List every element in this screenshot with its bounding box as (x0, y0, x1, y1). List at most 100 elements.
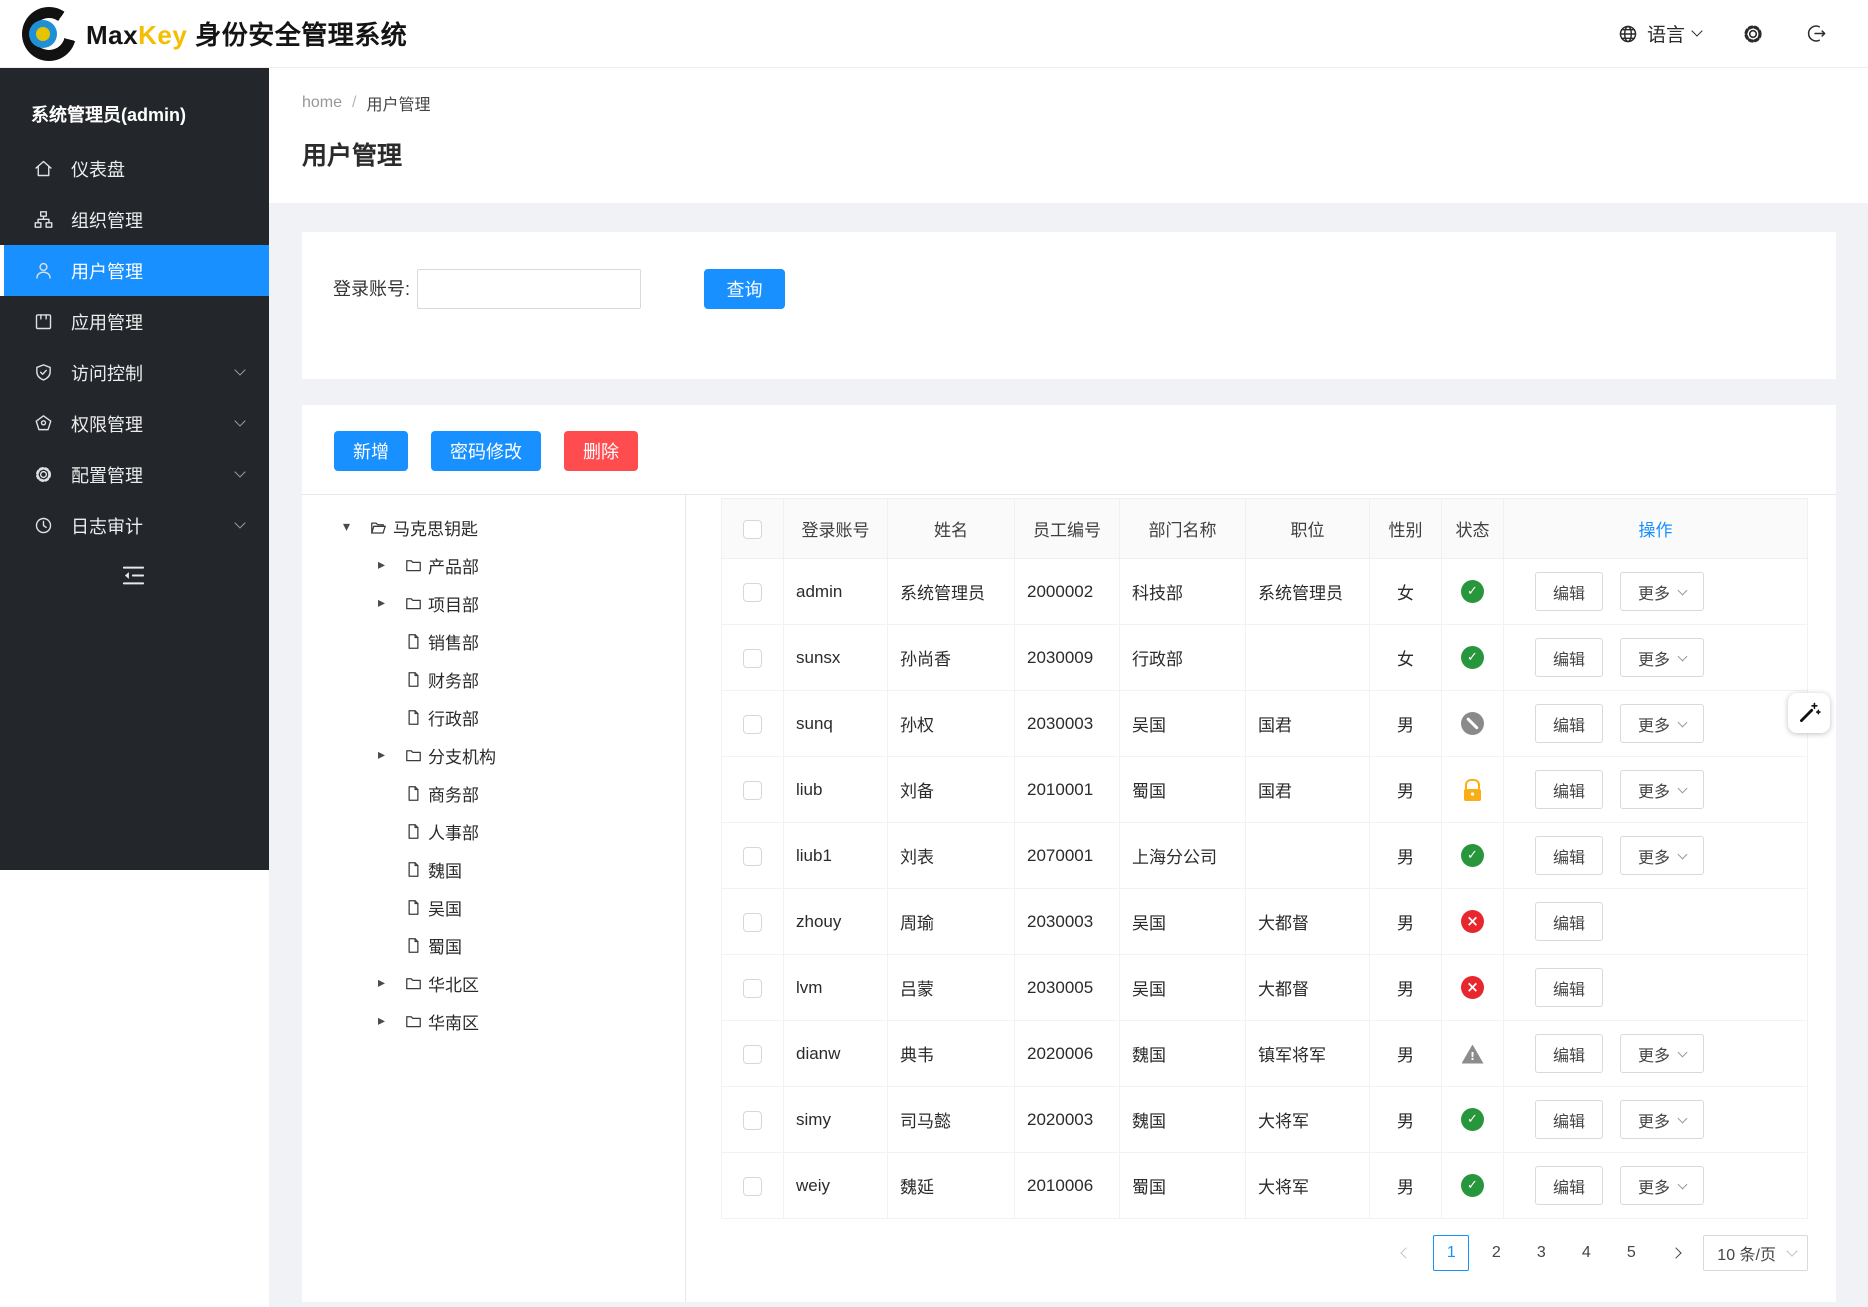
more-button[interactable]: 更多 (1620, 638, 1704, 677)
sidebar-item-configuration[interactable]: 配置管理 (0, 449, 269, 500)
caret-right-icon[interactable]: ▸ (378, 595, 404, 611)
tree-node[interactable]: 人事部 (302, 812, 685, 850)
tree-node[interactable]: ▸ 产品部 (302, 546, 685, 584)
edit-button[interactable]: 编辑 (1535, 572, 1603, 611)
sidebar-item-dashboard[interactable]: 仪表盘 (0, 143, 269, 194)
row-checkbox[interactable] (743, 847, 762, 866)
pagination-page-1[interactable]: 1 (1433, 1235, 1469, 1271)
page-head: home / 用户管理 用户管理 (269, 68, 1868, 203)
status-active-icon (1461, 844, 1484, 867)
row-checkbox[interactable] (743, 913, 762, 932)
sidebar-item-audit-logs[interactable]: 日志审计 (0, 500, 269, 551)
caret-down-icon[interactable]: ▾ (343, 519, 369, 535)
sidebar-item-label: 仪表盘 (71, 156, 125, 182)
row-checkbox[interactable] (743, 715, 762, 734)
cell-position: 系统管理员 (1246, 559, 1370, 625)
edit-button[interactable]: 编辑 (1535, 1034, 1603, 1073)
pagination: 1 2 3 4 5 10 条/页 (721, 1235, 1808, 1271)
folder-icon (404, 594, 423, 613)
more-button[interactable]: 更多 (1620, 1034, 1704, 1073)
pagination-prev-icon[interactable] (1388, 1235, 1424, 1271)
more-button[interactable]: 更多 (1620, 704, 1704, 743)
cell-name: 孙权 (888, 691, 1015, 757)
cell-name: 系统管理员 (888, 559, 1015, 625)
row-checkbox[interactable] (743, 781, 762, 800)
edit-button[interactable]: 编辑 (1535, 968, 1603, 1007)
cell-employee-no: 2030003 (1015, 889, 1120, 955)
sidebar-item-label: 用户管理 (71, 258, 143, 284)
edit-button[interactable]: 编辑 (1535, 836, 1603, 875)
pagination-page-4[interactable]: 4 (1568, 1235, 1604, 1271)
edit-button[interactable]: 编辑 (1535, 1100, 1603, 1139)
chevron-down-icon (1678, 1179, 1688, 1189)
caret-right-icon[interactable]: ▸ (378, 975, 404, 991)
row-checkbox[interactable] (743, 979, 762, 998)
tree-node[interactable]: 吴国 (302, 888, 685, 926)
select-all-checkbox[interactable] (743, 520, 762, 539)
row-checkbox[interactable] (743, 1045, 762, 1064)
tree-node[interactable]: 魏国 (302, 850, 685, 888)
sidebar-item-permissions[interactable]: 权限管理 (0, 398, 269, 449)
tree-node[interactable]: ▸ 华北区 (302, 964, 685, 1002)
sidebar-item-users[interactable]: 用户管理 (0, 245, 269, 296)
cell-position: 大将军 (1246, 1087, 1370, 1153)
breadcrumb-home[interactable]: home (302, 94, 342, 112)
edit-button[interactable]: 编辑 (1535, 1166, 1603, 1205)
row-checkbox[interactable] (743, 1111, 762, 1130)
language-menu[interactable]: 语言 (1617, 20, 1701, 47)
tree-node[interactable]: 行政部 (302, 698, 685, 736)
org-tree: ▾ 马克思钥匙 ▸ 产品部 ▸ (302, 495, 686, 1302)
more-button[interactable]: 更多 (1620, 1166, 1704, 1205)
caret-right-icon[interactable]: ▸ (378, 1013, 404, 1029)
tree-node[interactable]: ▸ 项目部 (302, 584, 685, 622)
logout-button[interactable] (1805, 22, 1828, 45)
sidebar-item-organization[interactable]: 组织管理 (0, 194, 269, 245)
pagination-page-2[interactable]: 2 (1478, 1235, 1514, 1271)
tree-node[interactable]: ▸ 华南区 (302, 1002, 685, 1040)
edit-button[interactable]: 编辑 (1535, 638, 1603, 677)
more-button[interactable]: 更多 (1620, 1100, 1704, 1139)
row-checkbox[interactable] (743, 649, 762, 668)
tree-node[interactable]: ▸ 分支机构 (302, 736, 685, 774)
delete-button[interactable]: 删除 (564, 431, 638, 471)
caret-right-icon[interactable]: ▸ (378, 557, 404, 573)
table-header-row: 登录账号 姓名 员工编号 部门名称 职位 性别 状态 操作 (722, 499, 1808, 559)
edit-button[interactable]: 编辑 (1535, 704, 1603, 743)
settings-button[interactable] (1741, 22, 1765, 46)
shield-check-icon (33, 362, 54, 383)
edit-button[interactable]: 编辑 (1535, 902, 1603, 941)
sidebar-menu: 仪表盘 组织管理 用户管理 应用管理 (0, 143, 269, 551)
row-checkbox[interactable] (743, 1177, 762, 1196)
add-button[interactable]: 新增 (334, 431, 408, 471)
cell-name: 吕蒙 (888, 955, 1015, 1021)
cell-gender: 男 (1370, 1087, 1442, 1153)
home-icon (33, 158, 54, 179)
app-title: 身份安全管理系统 (195, 20, 407, 50)
more-button[interactable]: 更多 (1620, 836, 1704, 875)
sidebar-item-applications[interactable]: 应用管理 (0, 296, 269, 347)
pagination-page-5[interactable]: 5 (1613, 1235, 1649, 1271)
pagination-page-3[interactable]: 3 (1523, 1235, 1559, 1271)
tree-node[interactable]: 蜀国 (302, 926, 685, 964)
tree-node-root[interactable]: ▾ 马克思钥匙 (302, 508, 685, 546)
more-button[interactable]: 更多 (1620, 572, 1704, 611)
chevron-down-icon (1678, 1113, 1688, 1123)
query-button[interactable]: 查询 (704, 269, 785, 309)
breadcrumb-separator: / (352, 94, 356, 112)
change-password-button[interactable]: 密码修改 (431, 431, 541, 471)
chevron-down-icon (1678, 783, 1688, 793)
edit-button[interactable]: 编辑 (1535, 770, 1603, 809)
caret-right-icon[interactable]: ▸ (378, 747, 404, 763)
sidebar-item-access-control[interactable]: 访问控制 (0, 347, 269, 398)
brand-text: MaxKey身份安全管理系统 (86, 15, 407, 52)
menu-fold-icon[interactable] (119, 561, 148, 590)
page-size-select[interactable]: 10 条/页 (1703, 1235, 1808, 1271)
pagination-next-icon[interactable] (1658, 1235, 1694, 1271)
more-button[interactable]: 更多 (1620, 770, 1704, 809)
chevron-down-icon (1678, 1047, 1688, 1057)
tree-node[interactable]: 商务部 (302, 774, 685, 812)
login-account-input[interactable] (417, 269, 641, 309)
row-checkbox[interactable] (743, 583, 762, 602)
tree-node[interactable]: 销售部 (302, 622, 685, 660)
tree-node[interactable]: 财务部 (302, 660, 685, 698)
